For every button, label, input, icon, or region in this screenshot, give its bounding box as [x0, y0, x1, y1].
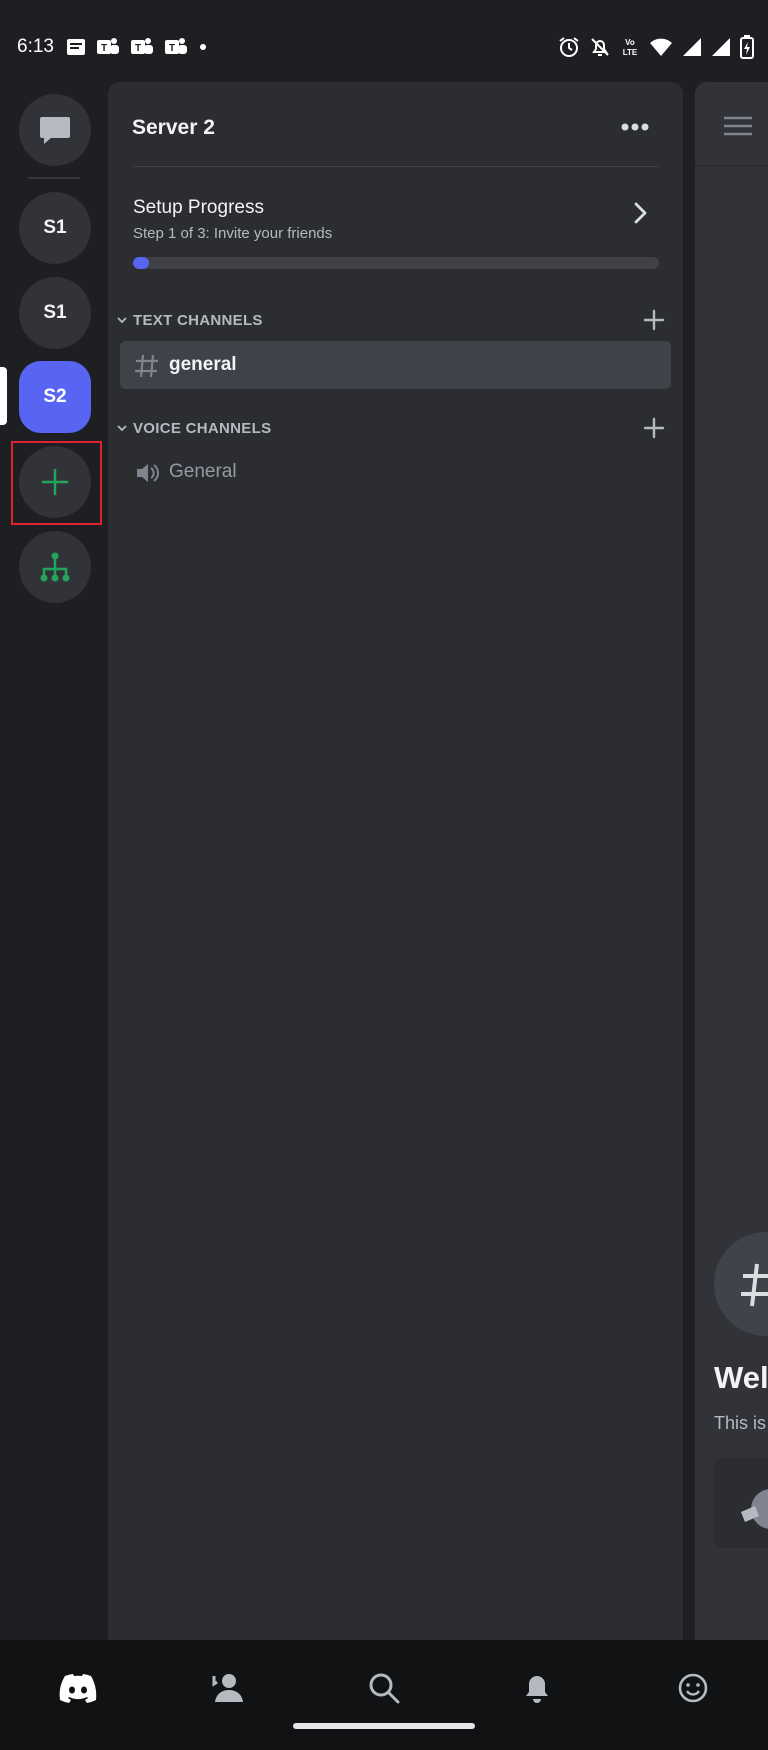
server-s2-button[interactable]: S2 — [19, 361, 91, 433]
category-text-channels[interactable]: TEXT CHANNELS — [116, 308, 676, 334]
profile-icon — [678, 1673, 708, 1703]
hashtag-icon — [741, 1263, 768, 1307]
active-server-indicator — [0, 367, 7, 425]
rail-divider — [28, 177, 80, 179]
chat-peek-content: Wel This is — [695, 82, 768, 1640]
server-s1-second-label: S1 — [43, 302, 67, 323]
teams-icon: T — [97, 38, 119, 54]
signal-icon — [712, 38, 730, 56]
setup-progress-fill — [133, 257, 149, 269]
speaker-icon — [137, 464, 159, 482]
setup-progress-card[interactable]: Setup Progress Step 1 of 3: Invite your … — [133, 180, 659, 270]
panel-divider — [133, 166, 659, 167]
server-s2-label: S2 — [43, 386, 67, 407]
channel-label: General — [169, 461, 237, 482]
nav-notifications[interactable] — [514, 1668, 560, 1708]
add-server-button[interactable] — [19, 446, 91, 518]
status-bar: 6:13 T T T Vo LTE — [0, 0, 768, 90]
volte-icon: VoLTE — [623, 38, 638, 57]
explore-servers-icon — [40, 552, 70, 582]
discord-home-icon — [59, 1674, 97, 1703]
battery-charging-icon — [740, 35, 754, 59]
channel-label: general — [169, 354, 237, 375]
messages-icon — [67, 39, 85, 55]
channel-general-text[interactable]: general — [120, 341, 671, 389]
bottom-navigation — [0, 1640, 768, 1750]
alarm-icon — [559, 37, 579, 57]
category-label: TEXT CHANNELS — [133, 312, 263, 329]
setup-progress-bar — [133, 257, 659, 269]
chevron-right-icon — [634, 202, 647, 224]
more-options-icon[interactable] — [615, 112, 655, 142]
notifications-off-icon — [591, 38, 609, 56]
svg-text:T: T — [101, 43, 107, 54]
direct-messages-button[interactable] — [19, 94, 91, 166]
teams-icon: T — [131, 38, 153, 54]
nav-friends[interactable] — [205, 1668, 251, 1708]
notifications-icon — [526, 1676, 548, 1703]
setup-progress-title: Setup Progress — [133, 197, 264, 218]
home-indicator[interactable] — [293, 1723, 475, 1729]
hashtag-icon — [135, 354, 158, 378]
explore-servers-button[interactable] — [19, 531, 91, 603]
svg-text:LTE: LTE — [623, 48, 638, 57]
svg-text:Vo: Vo — [625, 38, 635, 47]
add-channel-icon[interactable] — [642, 308, 666, 332]
search-icon — [369, 1673, 400, 1704]
nav-search[interactable] — [361, 1668, 407, 1708]
status-time: 6:13 — [17, 36, 54, 57]
wifi-icon — [650, 38, 672, 56]
server-s1-button[interactable]: S1 — [19, 192, 91, 264]
direct-messages-icon — [40, 117, 70, 144]
category-label: VOICE CHANNELS — [133, 420, 272, 437]
dot-icon — [200, 44, 206, 50]
welcome-heading: Wel — [714, 1360, 768, 1395]
chevron-down-icon — [117, 317, 127, 324]
teams-icon: T — [165, 38, 187, 54]
server-s1-label: S1 — [43, 217, 67, 238]
category-voice-channels[interactable]: VOICE CHANNELS — [116, 416, 676, 442]
server-s1-second-button[interactable]: S1 — [19, 277, 91, 349]
friends-icon — [212, 1674, 243, 1702]
server-rail: S1 S1 S2 — [0, 90, 108, 1640]
svg-text:T: T — [135, 43, 141, 54]
nav-profile[interactable] — [670, 1668, 716, 1708]
add-channel-icon[interactable] — [642, 416, 666, 440]
channel-general-voice[interactable]: General — [120, 448, 671, 496]
server-title[interactable]: Server 2 — [132, 116, 215, 140]
svg-text:T: T — [169, 43, 175, 54]
server-channel-panel: Server 2 Setup Progress Step 1 of 3: Inv… — [108, 82, 683, 1640]
nav-home[interactable] — [55, 1668, 101, 1708]
welcome-subtitle: This is — [714, 1413, 767, 1433]
setup-progress-subtitle: Step 1 of 3: Invite your friends — [133, 225, 333, 242]
wave-icon — [741, 1489, 768, 1529]
status-left-icons: T T T — [66, 36, 208, 58]
signal-icon — [683, 38, 701, 56]
chevron-down-icon — [117, 425, 127, 432]
status-right-icons: Vo LTE — [558, 34, 754, 60]
add-server-icon — [41, 468, 69, 496]
